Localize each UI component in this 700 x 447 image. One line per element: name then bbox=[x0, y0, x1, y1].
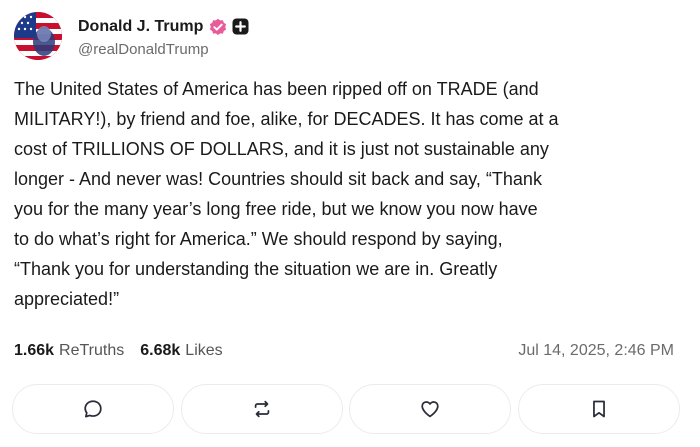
name-row: Donald J. Trump bbox=[78, 15, 249, 39]
post-header: Donald J. Trump @realDonaldTrump bbox=[14, 12, 249, 60]
like-button[interactable] bbox=[349, 384, 512, 434]
retruth-icon bbox=[254, 400, 269, 418]
post-actions bbox=[12, 384, 680, 434]
post-line: cost of TRILLIONS OF DOLLARS, and it is … bbox=[14, 139, 549, 159]
bookmark-button[interactable] bbox=[517, 384, 680, 434]
display-name[interactable]: Donald J. Trump bbox=[78, 18, 203, 36]
post-line: appreciated!” bbox=[14, 289, 120, 309]
plus-badge-icon bbox=[232, 18, 249, 35]
post-line: longer - And never was! Countries should… bbox=[14, 169, 542, 189]
post-line: “Thank you for understanding the situati… bbox=[14, 259, 498, 279]
verified-badge-icon bbox=[209, 18, 227, 36]
reply-button[interactable] bbox=[12, 384, 174, 434]
bookmark-icon bbox=[593, 400, 605, 418]
post-stats: 1.66k ReTruths 6.68k Likes bbox=[14, 342, 223, 360]
likes-label[interactable]: Likes bbox=[185, 342, 222, 360]
post-line: MILITARY!), by friend and foe, alike, fo… bbox=[14, 109, 559, 129]
like-icon bbox=[421, 401, 439, 418]
post-line: The United States of America has been ri… bbox=[14, 79, 539, 99]
retruths-count[interactable]: 1.66k bbox=[14, 342, 54, 360]
retruths-label[interactable]: ReTruths bbox=[59, 342, 124, 360]
post-line: you for the many year’s long free ride, … bbox=[14, 199, 538, 219]
likes-count[interactable]: 6.68k bbox=[140, 342, 180, 360]
post-line: to do what’s right for America.” We shou… bbox=[14, 229, 503, 249]
post-timestamp[interactable]: Jul 14, 2025, 2:46 PM bbox=[518, 342, 674, 360]
author-handle[interactable]: @realDonaldTrump bbox=[78, 41, 249, 58]
reply-icon bbox=[84, 400, 102, 418]
post-body: The United States of America has been ri… bbox=[14, 74, 690, 314]
avatar[interactable] bbox=[14, 12, 62, 60]
author-identity: Donald J. Trump @realDonaldTrump bbox=[78, 15, 249, 58]
retruth-button[interactable] bbox=[180, 384, 343, 434]
avatar-image bbox=[14, 12, 62, 60]
